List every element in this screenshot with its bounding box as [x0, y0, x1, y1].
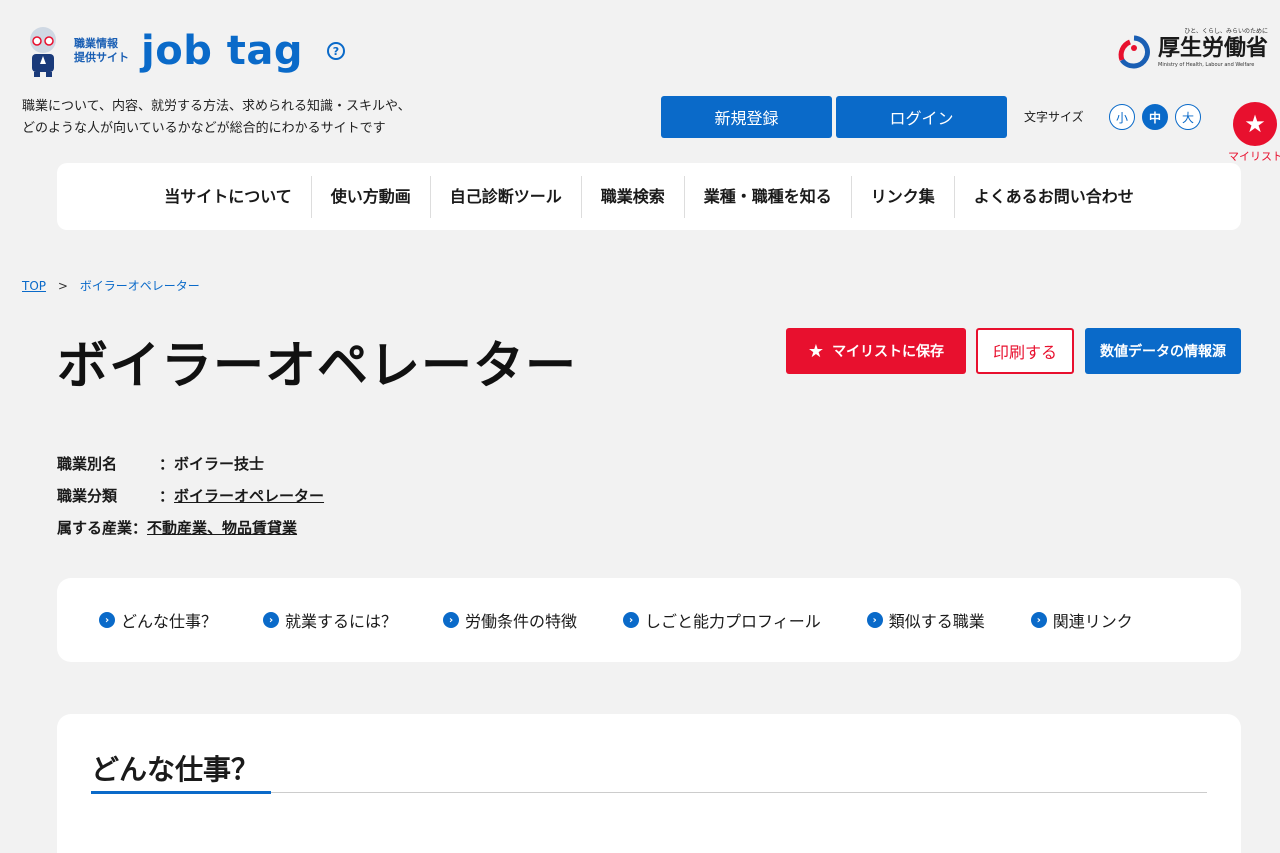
font-size-label: 文字サイズ [1024, 110, 1084, 124]
site-tagline: 職業について、内容、就労する方法、求められる知識・スキルや、 どのような人が向い… [22, 96, 411, 140]
ministry-en: Ministry of Health, Labour and Welfare [1158, 62, 1255, 68]
nav-item-industries[interactable]: 業種・職種を知る [683, 175, 851, 218]
anchor-link-ability-profile[interactable]: › しごと能力プロフィール [623, 608, 821, 632]
nav-item-self-diagnosis[interactable]: 自己診断ツール [429, 175, 581, 218]
meta-value-industry-link[interactable]: 不動産業、物品賃貸業 [147, 512, 297, 544]
font-size-medium-button[interactable]: 中 [1142, 104, 1168, 130]
logo-text: job tag [141, 28, 303, 74]
meta-colon: ： [159, 487, 175, 505]
page-title: ボイラーオペレーター [57, 337, 578, 396]
nav-item-job-search[interactable]: 職業検索 [580, 175, 684, 218]
nav-item-links[interactable]: リンク集 [850, 175, 954, 218]
section-divider-accent [91, 791, 271, 794]
breadcrumb-separator: > [57, 279, 68, 293]
breadcrumb: TOP > ボイラーオペレーター [22, 277, 200, 294]
chevron-right-icon: › [623, 612, 640, 628]
meta-colon: ： [132, 519, 148, 537]
anchor-link-similar-jobs[interactable]: › 類似する職業 [866, 608, 985, 632]
breadcrumb-current: ボイラーオペレーター [79, 279, 200, 293]
breadcrumb-top-link[interactable]: TOP [22, 279, 46, 293]
meta-value-alias: ：ボイラー技士 [159, 455, 265, 473]
mascot-icon [22, 24, 64, 78]
anchor-label: 労働条件の特徴 [465, 612, 578, 631]
tagline-line1: 職業について、内容、就労する方法、求められる知識・スキルや、 [22, 99, 411, 114]
meta-row-industry: 属する産業 ： 不動産業、物品賃貸業 [57, 512, 324, 544]
anchor-link-related-links[interactable]: › 関連リンク [1030, 608, 1133, 632]
save-to-mylist-button[interactable]: ★ マイリストに保存 [786, 328, 966, 374]
anchor-link-conditions[interactable]: › 労働条件の特徴 [443, 608, 577, 632]
login-button[interactable]: ログイン [836, 96, 1007, 138]
global-nav: 当サイトについて 使い方動画 自己診断ツール 職業検索 業種・職種を知る リンク… [57, 163, 1241, 230]
section-anchor-nav: › どんな仕事？ › 就業するには？ › 労働条件の特徴 › しごと能力プロフィ… [57, 578, 1241, 662]
anchor-label: しごと能力プロフィール [645, 612, 821, 631]
site-header: 職業情報 提供サイト job tag ? ひと、くらし、みらいのために 厚生労働… [0, 0, 1280, 163]
section-what-job: どんな仕事？ [57, 714, 1241, 853]
tagline-line2: どのような人が向いているかなどが総合的にわかるサイトです [22, 121, 386, 136]
ministry-logo[interactable]: ひと、くらし、みらいのために 厚生労働省 Ministry of Health,… [1116, 28, 1268, 76]
logo-small-line2: 提供サイト [74, 51, 129, 64]
anchor-link-how-to-work[interactable]: › 就業するには？ [263, 608, 397, 632]
data-source-button[interactable]: 数値データの情報源 [1085, 328, 1241, 374]
chevron-right-icon: › [1030, 612, 1047, 628]
chevron-right-icon: › [99, 612, 115, 628]
register-button[interactable]: 新規登録 [661, 96, 832, 138]
meta-key-category: 職業分類 [57, 487, 118, 505]
meta-row-category: 職業分類 ： ボイラーオペレーター [57, 480, 324, 512]
anchor-label: 就業するには？ [285, 612, 398, 631]
print-button[interactable]: 印刷する [976, 328, 1074, 374]
ministry-name: 厚生労働省 [1158, 36, 1269, 61]
meta-value-category-link[interactable]: ボイラーオペレーター [174, 480, 324, 512]
section-title: どんな仕事？ [91, 753, 260, 786]
job-meta: 職業別名 ：ボイラー技士 職業分類 ： ボイラーオペレーター 属する産業 ： 不… [57, 448, 324, 544]
nav-item-videos[interactable]: 使い方動画 [310, 175, 430, 218]
save-to-mylist-label: マイリストに保存 [832, 344, 945, 360]
anchor-label: どんな仕事？ [121, 612, 218, 631]
font-size-small-button[interactable]: 小 [1109, 104, 1135, 130]
logo-small-line1: 職業情報 [74, 37, 118, 50]
anchor-label: 関連リンク [1052, 612, 1133, 631]
anchor-label: 類似する職業 [888, 612, 985, 631]
chevron-right-icon: › [263, 612, 280, 628]
meta-row-alias: 職業別名 ：ボイラー技士 [57, 448, 324, 480]
star-icon: ★ [807, 340, 825, 362]
ministry-tagline: ひと、くらし、みらいのために [1184, 28, 1269, 35]
nav-item-about[interactable]: 当サイトについて [145, 176, 311, 218]
font-size-large-button[interactable]: 大 [1175, 104, 1201, 130]
mylist-label: マイリスト [1228, 150, 1280, 163]
meta-key-alias: 職業別名 [57, 455, 118, 473]
chevron-right-icon: › [866, 612, 883, 628]
mylist-button[interactable]: ★ [1233, 102, 1277, 146]
anchor-link-what-job[interactable]: › どんな仕事？ [99, 608, 217, 632]
nav-item-faq[interactable]: よくあるお問い合わせ [953, 175, 1153, 218]
chevron-right-icon: › [443, 612, 460, 628]
ministry-mark-icon [1116, 34, 1152, 76]
site-logo[interactable]: 職業情報 提供サイト job tag [22, 24, 303, 78]
star-icon: ★ [1244, 110, 1266, 138]
meta-key-industry: 属する産業 [57, 519, 133, 537]
help-icon[interactable]: ? [327, 42, 345, 60]
